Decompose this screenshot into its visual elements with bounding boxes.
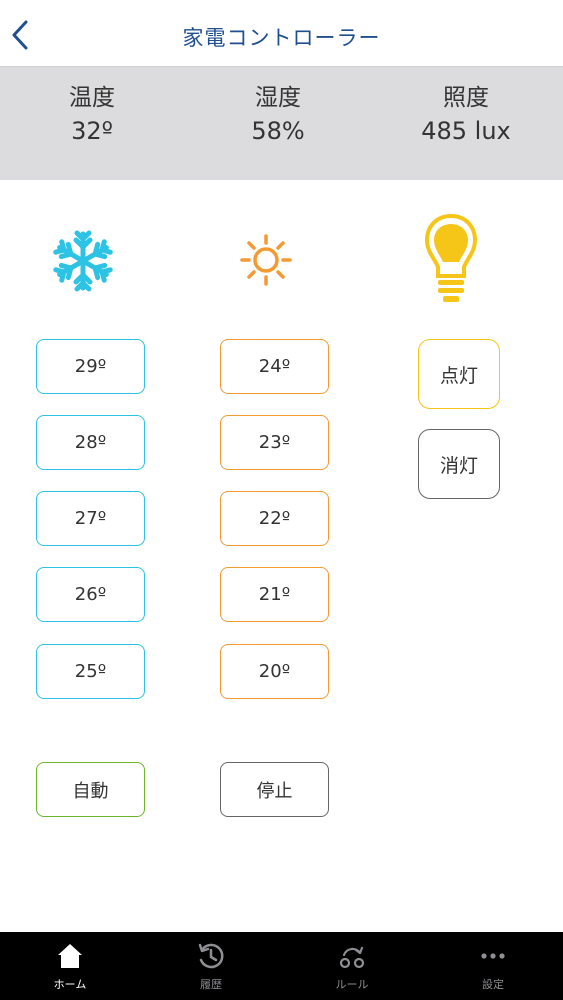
light-bulb-icon — [424, 213, 478, 302]
cool-26-button[interactable]: 26º — [36, 567, 145, 622]
heat-23-button[interactable]: 23º — [220, 415, 329, 470]
page-title: 家電コントローラー — [182, 26, 381, 50]
cool-25-button[interactable]: 25º — [36, 644, 145, 699]
tab-rules-label: ルール — [335, 978, 369, 991]
tab-history[interactable]: 履歴 — [141, 932, 281, 1000]
cool-27-button[interactable]: 27º — [36, 491, 145, 546]
heat-20-button[interactable]: 20º — [220, 644, 329, 699]
tab-rules[interactable]: ルール — [282, 932, 422, 1000]
snowflake-icon — [50, 230, 116, 294]
tab-bar: ホーム 履歴 ルール 設定 — [0, 932, 563, 1000]
heat-24-button[interactable]: 24º — [220, 339, 329, 394]
humidity-label: 湿度 — [255, 85, 301, 111]
humidity-value: 58% — [251, 117, 305, 145]
cool-28-button[interactable]: 28º — [36, 415, 145, 470]
more-icon — [481, 953, 505, 959]
illuminance-value: 485 lux — [421, 117, 511, 145]
heat-21-button[interactable]: 21º — [220, 567, 329, 622]
heat-22-button[interactable]: 22º — [220, 491, 329, 546]
humidity-sensor: 湿度 58% — [188, 83, 368, 147]
cool-29-button[interactable]: 29º — [36, 339, 145, 394]
tab-settings[interactable]: 設定 — [423, 932, 563, 1000]
tab-home[interactable]: ホーム — [0, 932, 140, 1000]
history-icon — [198, 943, 224, 969]
tab-history-label: 履歴 — [200, 978, 222, 991]
stop-button[interactable]: 停止 — [220, 762, 329, 817]
light-on-button[interactable]: 点灯 — [418, 339, 500, 409]
rule-icon — [339, 946, 365, 969]
temperature-sensor: 温度 32º — [2, 83, 182, 147]
illuminance-sensor: 照度 485 lux — [376, 83, 556, 147]
sun-icon — [240, 234, 292, 286]
sensor-panel: 温度 32º 湿度 58% 照度 485 lux — [0, 66, 563, 180]
illuminance-label: 照度 — [443, 85, 489, 111]
temperature-label: 温度 — [69, 85, 115, 111]
tab-home-label: ホーム — [53, 978, 87, 991]
auto-button[interactable]: 自動 — [36, 762, 145, 817]
light-off-button[interactable]: 消灯 — [418, 429, 500, 499]
home-icon — [58, 944, 82, 968]
tab-settings-label: 設定 — [482, 978, 504, 991]
temperature-value: 32º — [71, 117, 113, 145]
navigation-bar: 家電コントローラー — [0, 0, 563, 66]
